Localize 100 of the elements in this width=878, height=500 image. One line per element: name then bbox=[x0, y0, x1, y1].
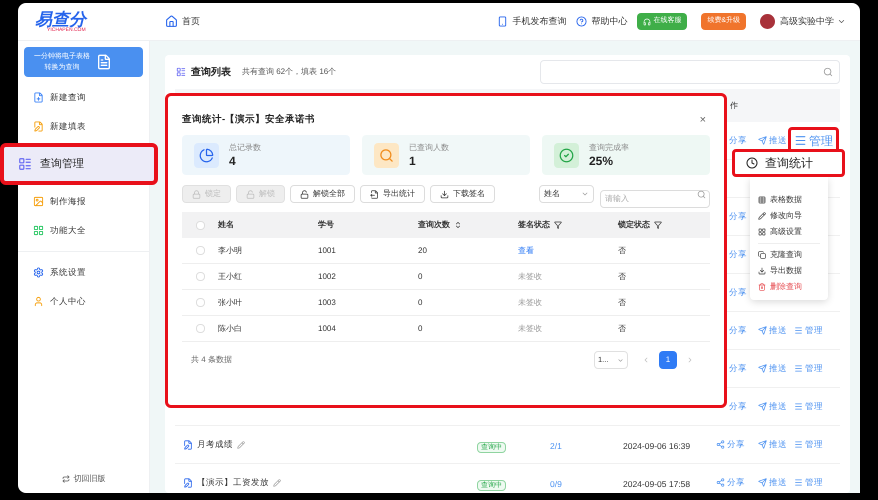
sidebar-item[interactable]: 新建查询 bbox=[18, 83, 149, 112]
menu-item[interactable]: 高级设置 bbox=[758, 224, 802, 240]
row-action[interactable]: 管理 bbox=[794, 438, 823, 451]
table-cell: 0 bbox=[418, 272, 422, 280]
previous-page-icon[interactable] bbox=[642, 356, 650, 364]
table-cell: 陈小白 bbox=[218, 324, 242, 332]
row-action[interactable]: 分享 bbox=[716, 134, 747, 147]
filter-select[interactable]: 姓名 bbox=[539, 185, 594, 203]
checkbox[interactable] bbox=[196, 272, 204, 281]
row-action[interactable]: 管理 bbox=[794, 362, 823, 375]
row-action[interactable]: 推送 bbox=[758, 362, 787, 375]
table-cell: 否 bbox=[618, 324, 626, 332]
row-action[interactable]: 分享 bbox=[716, 400, 747, 413]
user-icon bbox=[33, 296, 44, 307]
stat-value: 1 bbox=[409, 152, 417, 168]
sidebar-item[interactable]: 查询管理 bbox=[0, 143, 158, 185]
pencil-icon[interactable] bbox=[273, 478, 281, 486]
sort-icon[interactable] bbox=[454, 221, 462, 229]
breadcrumb[interactable]: 首页 bbox=[182, 14, 200, 28]
checkbox[interactable] bbox=[196, 298, 204, 307]
unlock-icon bbox=[246, 190, 255, 198]
row-action[interactable]: 推送 bbox=[758, 400, 787, 413]
send-icon bbox=[758, 402, 767, 411]
grid-icon bbox=[758, 228, 766, 236]
home-icon[interactable] bbox=[165, 15, 178, 28]
stat-value: 4 bbox=[229, 152, 237, 168]
date-text: 2024-09-05 17:58 bbox=[623, 478, 690, 488]
list-title: 查询列表 bbox=[191, 66, 231, 80]
menu-item[interactable]: 表格数据 bbox=[758, 192, 802, 208]
settings-icon bbox=[33, 267, 44, 278]
old-version-link[interactable]: 切回旧版 bbox=[62, 473, 106, 485]
search-icon[interactable] bbox=[823, 67, 833, 77]
row-action[interactable]: 分享 bbox=[716, 476, 745, 489]
chevron-down-icon bbox=[617, 356, 624, 364]
checkbox[interactable] bbox=[196, 220, 204, 230]
row-action[interactable]: 管理 bbox=[794, 324, 823, 337]
row-action[interactable]: 推送 bbox=[758, 438, 787, 451]
table-cell: 否 bbox=[618, 272, 626, 280]
menu-item[interactable]: 修改向导 bbox=[758, 208, 802, 224]
send-icon bbox=[758, 364, 767, 373]
menu-item[interactable]: 删除查询 bbox=[758, 279, 802, 295]
filter-icon[interactable] bbox=[654, 221, 662, 229]
query-count[interactable]: 0/9 bbox=[550, 478, 562, 488]
view-link[interactable]: 查看 bbox=[518, 246, 534, 254]
toolbar-button[interactable]: 下载签名 bbox=[430, 185, 495, 203]
logo[interactable]: 易查分 bbox=[35, 10, 150, 28]
list-icon bbox=[176, 67, 186, 77]
table-cell: 未签收 bbox=[518, 298, 542, 306]
row-action[interactable]: 分享 bbox=[716, 324, 747, 337]
menu-item[interactable]: 查询统计 bbox=[732, 149, 845, 177]
row-action[interactable]: 分享 bbox=[716, 438, 745, 451]
help-icon[interactable] bbox=[576, 16, 588, 27]
stat-label: 总记录数 bbox=[229, 142, 261, 152]
chevron-down-icon[interactable] bbox=[837, 17, 846, 26]
sidebar-item[interactable]: 制作海报 bbox=[18, 187, 149, 216]
download-icon bbox=[440, 190, 449, 198]
search-icon[interactable] bbox=[697, 190, 706, 198]
query-title[interactable]: 月考成绩 bbox=[197, 438, 233, 451]
phone-icon[interactable] bbox=[497, 16, 508, 27]
query-title[interactable]: 【演示】工资发放 bbox=[197, 476, 269, 489]
export-icon bbox=[370, 190, 379, 198]
query-count[interactable]: 2/1 bbox=[550, 440, 562, 450]
lock-icon bbox=[192, 190, 201, 198]
sidebar-item[interactable]: 个人中心 bbox=[18, 287, 149, 316]
column-header: 锁定状态 bbox=[618, 219, 650, 231]
checkbox[interactable] bbox=[196, 246, 204, 255]
header-link[interactable]: 帮助中心 bbox=[591, 14, 628, 28]
total-count: 共 4 条数据 bbox=[191, 354, 232, 366]
row-action[interactable]: 分享 bbox=[716, 286, 747, 299]
search-field[interactable] bbox=[540, 60, 840, 84]
row-action[interactable]: 推送 bbox=[758, 134, 787, 147]
sidebar-item[interactable]: 新建填表 bbox=[18, 112, 149, 141]
row-action[interactable]: 分享 bbox=[716, 248, 747, 261]
checkbox[interactable] bbox=[196, 324, 204, 333]
table-cell: 20 bbox=[418, 246, 427, 254]
menu-item[interactable]: 克隆查询 bbox=[758, 247, 802, 263]
sidebar-item[interactable]: 系统设置 bbox=[18, 258, 149, 287]
account-name[interactable]: 高级实验中学 bbox=[780, 14, 834, 28]
header-link[interactable]: 手机发布查询 bbox=[512, 14, 566, 28]
headset-icon bbox=[643, 18, 652, 26]
unlock-icon bbox=[300, 190, 309, 198]
toolbar-button[interactable]: 导出统计 bbox=[360, 185, 425, 203]
close-button[interactable]: × bbox=[700, 112, 706, 128]
row-action[interactable]: 推送 bbox=[758, 324, 787, 337]
row-action[interactable]: 推送 bbox=[758, 476, 787, 489]
row-action[interactable]: 管理 bbox=[794, 400, 823, 413]
row-action[interactable]: 分享 bbox=[716, 210, 747, 223]
menu-item[interactable]: 导出数据 bbox=[758, 263, 802, 279]
row-action[interactable]: 分享 bbox=[716, 362, 747, 375]
row-action[interactable]: 管理 bbox=[794, 476, 823, 489]
page-button[interactable]: 1 bbox=[659, 351, 677, 369]
search-field[interactable]: 请输入 bbox=[600, 190, 710, 208]
menu-icon bbox=[794, 440, 803, 449]
toolbar-button[interactable]: 解锁全部 bbox=[290, 185, 355, 203]
filter-icon[interactable] bbox=[554, 221, 562, 229]
next-page-icon[interactable] bbox=[686, 356, 694, 364]
sidebar-item[interactable]: 功能大全 bbox=[18, 216, 149, 245]
column-header: 查询次数 bbox=[418, 219, 450, 231]
pencil-icon[interactable] bbox=[237, 440, 245, 448]
avatar[interactable] bbox=[760, 14, 775, 29]
